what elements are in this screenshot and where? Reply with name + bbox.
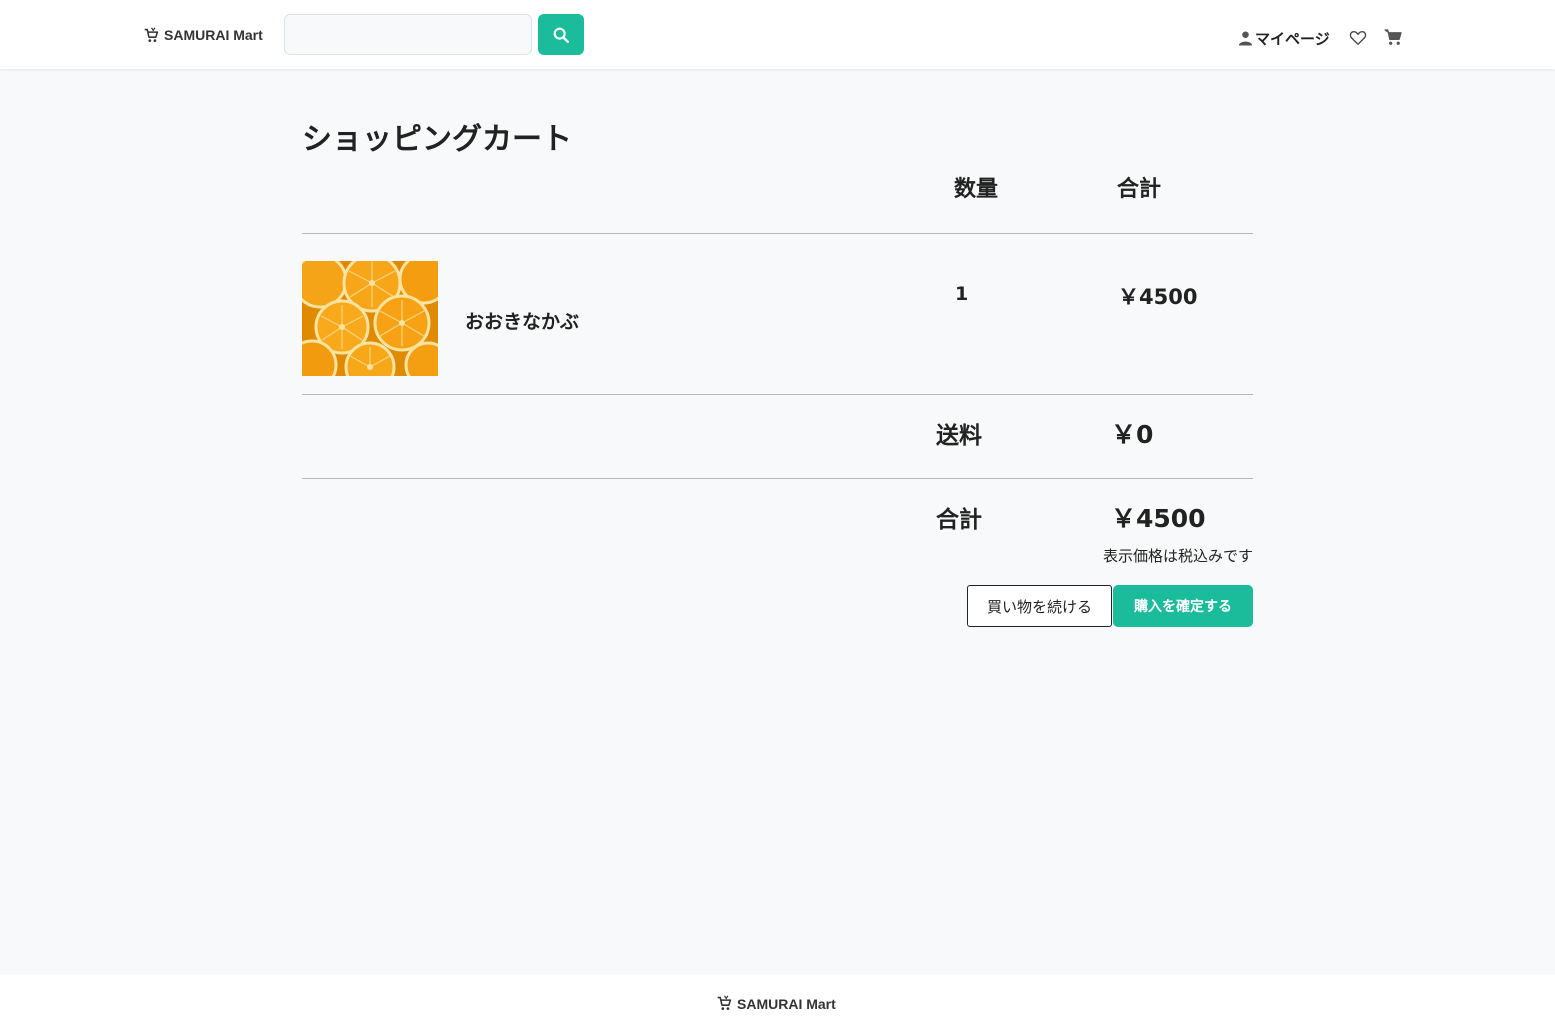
mypage-label: マイページ bbox=[1255, 29, 1330, 48]
divider bbox=[302, 394, 1253, 395]
product-name[interactable]: おおきなかぶ bbox=[465, 307, 579, 334]
footer-logo[interactable]: SAMURAI Mart bbox=[716, 995, 836, 1012]
divider bbox=[302, 478, 1253, 479]
shipping-value: ￥0 bbox=[1111, 420, 1154, 449]
grand-total-label: 合計 bbox=[936, 507, 982, 533]
footer-logo-text: SAMURAI Mart bbox=[737, 995, 836, 1012]
product-price: ￥4500 bbox=[1118, 285, 1198, 309]
site-logo[interactable]: SAMURAI Mart bbox=[143, 24, 263, 46]
search-input[interactable] bbox=[284, 14, 532, 55]
search-icon bbox=[553, 27, 569, 43]
user-icon bbox=[1238, 31, 1253, 46]
continue-shopping-button[interactable]: 買い物を続ける bbox=[967, 585, 1112, 627]
favorites-link[interactable] bbox=[1349, 29, 1367, 47]
product-image[interactable] bbox=[302, 261, 438, 376]
grand-total-value: ￥4500 bbox=[1111, 504, 1206, 533]
page-title: ショッピングカート bbox=[302, 122, 572, 157]
site-header: SAMURAI Mart マイページ bbox=[0, 0, 1555, 69]
mypage-link[interactable]: マイページ bbox=[1238, 27, 1330, 49]
cart-icon bbox=[1384, 29, 1402, 45]
search-button[interactable] bbox=[538, 14, 584, 55]
shipping-label: 送料 bbox=[936, 423, 982, 449]
cart-link[interactable] bbox=[1384, 28, 1403, 47]
quantity-column-header: 数量 bbox=[954, 177, 999, 202]
product-quantity: 1 bbox=[955, 283, 969, 305]
logo-text: SAMURAI Mart bbox=[164, 27, 263, 43]
cart-logo-icon bbox=[144, 27, 159, 42]
heart-icon bbox=[1349, 31, 1367, 45]
tax-note: 表示価格は税込みです bbox=[1102, 547, 1253, 565]
orange-slices-image bbox=[302, 261, 438, 376]
divider bbox=[302, 233, 1253, 234]
confirm-purchase-button[interactable]: 購入を確定する bbox=[1113, 585, 1253, 627]
cart-logo-icon bbox=[717, 995, 732, 1010]
total-column-header: 合計 bbox=[1117, 177, 1162, 202]
